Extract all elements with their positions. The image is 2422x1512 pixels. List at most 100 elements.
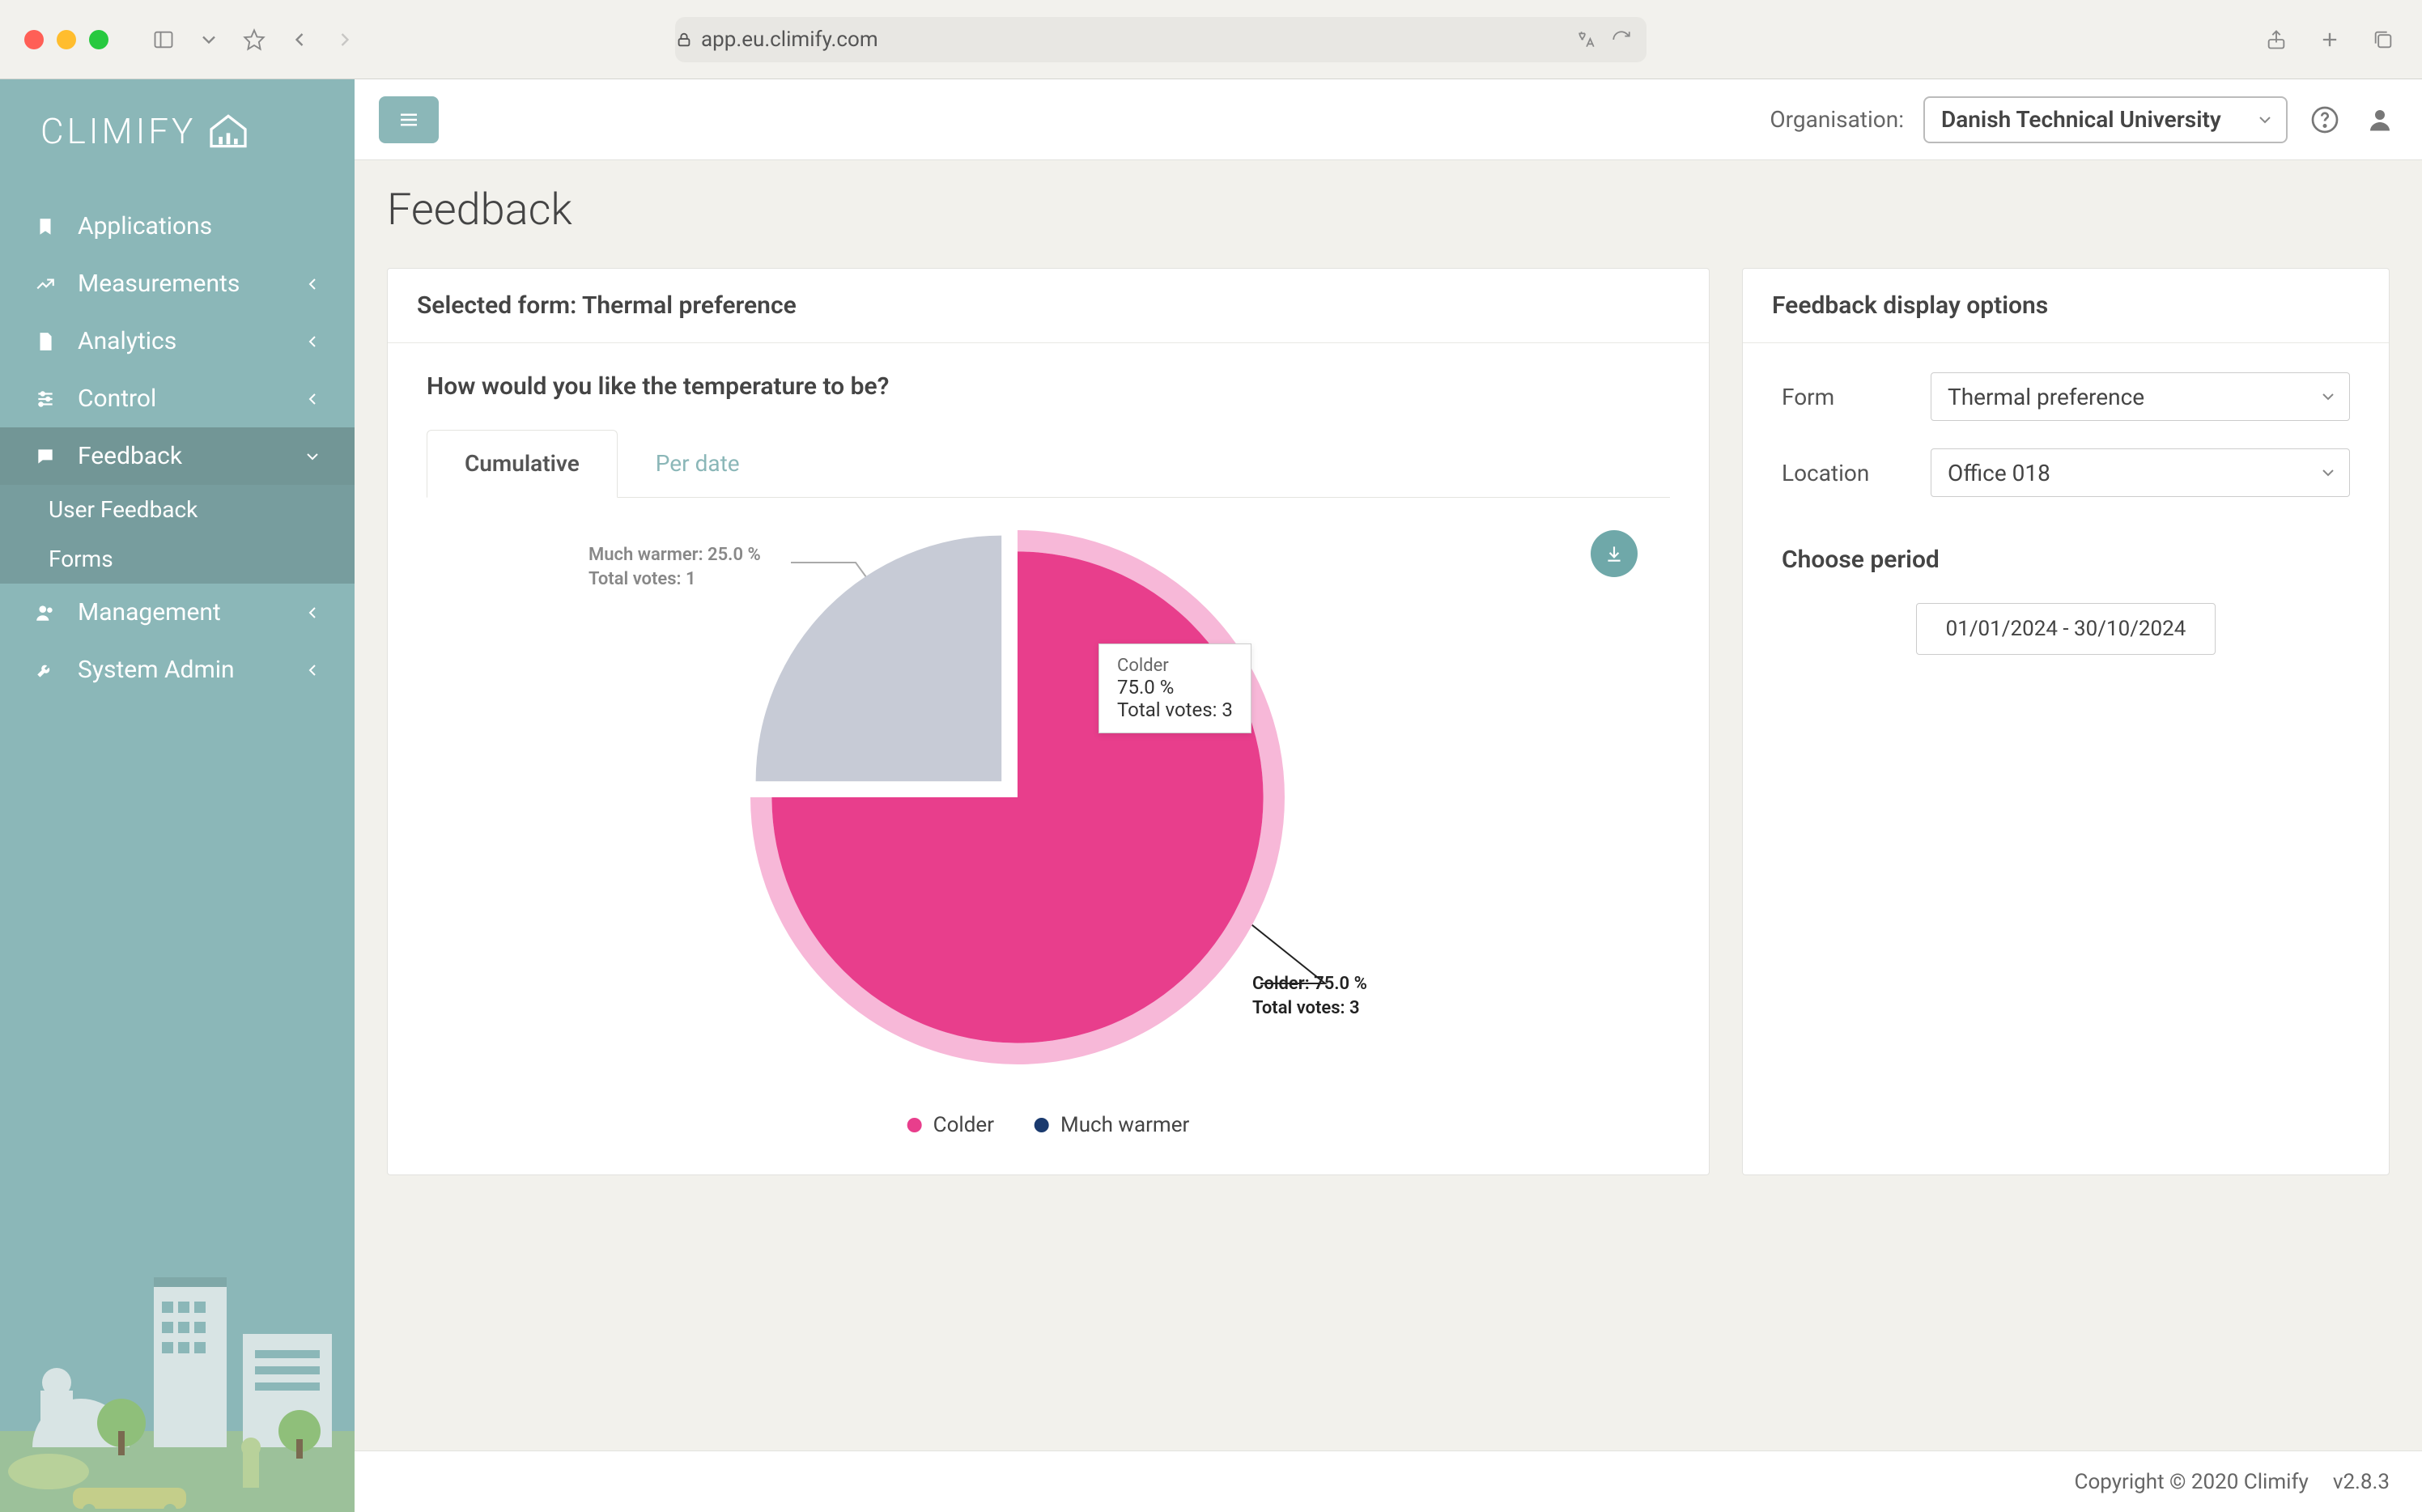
chevron-down-icon [2318,463,2338,482]
sidebar-toggle-icon[interactable] [149,25,178,54]
chevron-down-icon[interactable] [194,25,223,54]
sidebar-item-analytics[interactable]: Analytics [0,312,355,370]
sidebar-item-label: Management [78,598,221,626]
chevron-down-icon [2318,387,2338,406]
sidebar-item-label: Measurements [78,270,240,298]
tab-per-date[interactable]: Per date [618,430,778,497]
tab-cumulative[interactable]: Cumulative [427,430,618,498]
url-bar[interactable]: app.eu.climify.com [675,17,1647,62]
annotation-line: Total votes: 3 [1252,996,1367,1021]
chart-tooltip: Colder 75.0 % Total votes: 3 [1098,643,1251,733]
panel-header: Selected form: Thermal preference [388,269,1709,343]
legend-item-much-warmer[interactable]: Much warmer [1035,1113,1189,1137]
panel-selected-form: Selected form: Thermal preference How wo… [387,268,1710,1175]
share-icon[interactable] [2262,25,2291,54]
sidebar-item-label: User Feedback [49,496,198,523]
chart-line-icon [32,274,58,295]
chevron-left-icon [303,660,322,680]
chart-area: Much warmer: 25.0 % Total votes: 1 [427,514,1670,1145]
traffic-lights [24,30,108,49]
tab-label: Cumulative [465,450,580,477]
chevron-left-icon [303,332,322,351]
sidebar-item-measurements[interactable]: Measurements [0,255,355,312]
sidebar-item-feedback[interactable]: Feedback [0,427,355,485]
translate-icon[interactable] [1575,29,1596,50]
tooltip-pct: 75.0 % [1117,676,1233,699]
chart-legend: Colder Much warmer [907,1113,1190,1137]
question-text: How would you like the temperature to be… [427,372,1670,401]
back-icon[interactable] [285,25,314,54]
form-label: Location [1782,460,1911,486]
legend-dot-icon [1035,1118,1049,1132]
legend-label: Much warmer [1060,1113,1189,1137]
window-minimize-icon[interactable] [57,30,76,49]
logo-house-icon [206,108,251,154]
sidebar-item-label: Applications [78,212,212,240]
forward-icon[interactable] [330,25,359,54]
file-icon [32,331,58,352]
comment-icon [32,446,58,467]
date-range-value: 01/01/2024 - 30/10/2024 [1946,617,2186,641]
sidebar-item-label: Feedback [78,442,182,470]
logo: CLIMIFY [0,79,355,183]
wrench-icon [32,660,58,681]
sidebar: CLIMIFY Applications Measurements Analyt… [0,79,355,1512]
help-button[interactable] [2307,102,2343,138]
users-icon [32,602,58,623]
sidebar-subitem-user-feedback[interactable]: User Feedback [0,485,355,534]
tooltip-title: Colder [1117,656,1233,676]
menu-toggle-button[interactable] [379,96,439,143]
lock-icon [675,31,693,49]
sidebar-item-label: Control [78,384,156,413]
sidebar-item-label: Analytics [78,327,176,355]
sidebar-subitem-forms[interactable]: Forms [0,534,355,584]
topbar: Organisation: Danish Technical Universit… [355,79,2422,160]
logo-text: CLIMIFY [40,110,196,152]
page: Feedback Selected form: Thermal preferen… [355,160,2422,1450]
pie-chart [750,530,1285,1064]
date-range-input[interactable]: 01/01/2024 - 30/10/2024 [1916,603,2216,655]
sidebar-item-label: Forms [49,546,113,572]
sidebar-item-label: System Admin [78,656,235,684]
footer: Copyright © 2020 Climify v2.8.3 [355,1450,2422,1512]
form-row-form: Form Thermal preference [1782,372,2350,421]
form-row-location: Location Office 018 [1782,448,2350,497]
footer-version: v2.8.3 [2333,1470,2390,1494]
form-label: Form [1782,384,1911,410]
sidebar-item-control[interactable]: Control [0,370,355,427]
tab-label: Per date [656,450,740,477]
chevron-down-icon [303,447,322,466]
reload-icon[interactable] [1611,29,1632,50]
chevron-left-icon [303,603,322,622]
panel-display-options: Feedback display options Form Thermal pr… [1742,268,2390,1175]
sidebar-illustration [0,1188,355,1512]
user-menu-button[interactable] [2362,102,2398,138]
url-text: app.eu.climify.com [701,28,878,52]
new-tab-icon[interactable] [2315,25,2344,54]
legend-item-colder[interactable]: Colder [907,1113,994,1137]
tooltip-votes: Total votes: 3 [1117,699,1233,721]
organisation-label: Organisation: [1770,106,1904,133]
form-select[interactable]: Thermal preference [1931,372,2350,421]
tabs-icon[interactable] [2369,25,2398,54]
period-label: Choose period [1782,546,2350,574]
bookmark-icon [32,216,58,237]
panel-header: Feedback display options [1743,269,2389,343]
star-icon[interactable] [240,25,269,54]
page-title: Feedback [387,185,2390,236]
select-value: Thermal preference [1948,384,2144,410]
location-select[interactable]: Office 018 [1931,448,2350,497]
sidebar-item-system-admin[interactable]: System Admin [0,641,355,699]
sidebar-item-applications[interactable]: Applications [0,197,355,255]
sliders-icon [32,389,58,410]
footer-copyright: Copyright © 2020 Climify [2075,1470,2309,1494]
window-zoom-icon[interactable] [89,30,108,49]
sidebar-item-management[interactable]: Management [0,584,355,641]
organisation-select[interactable]: Danish Technical University [1923,96,2288,143]
select-value: Office 018 [1948,460,2050,486]
chevron-left-icon [303,389,322,409]
organisation-selected: Danish Technical University [1941,106,2221,133]
window-close-icon[interactable] [24,30,44,49]
chevron-down-icon [2255,110,2275,130]
nav: Applications Measurements Analytics Cont… [0,183,355,1188]
